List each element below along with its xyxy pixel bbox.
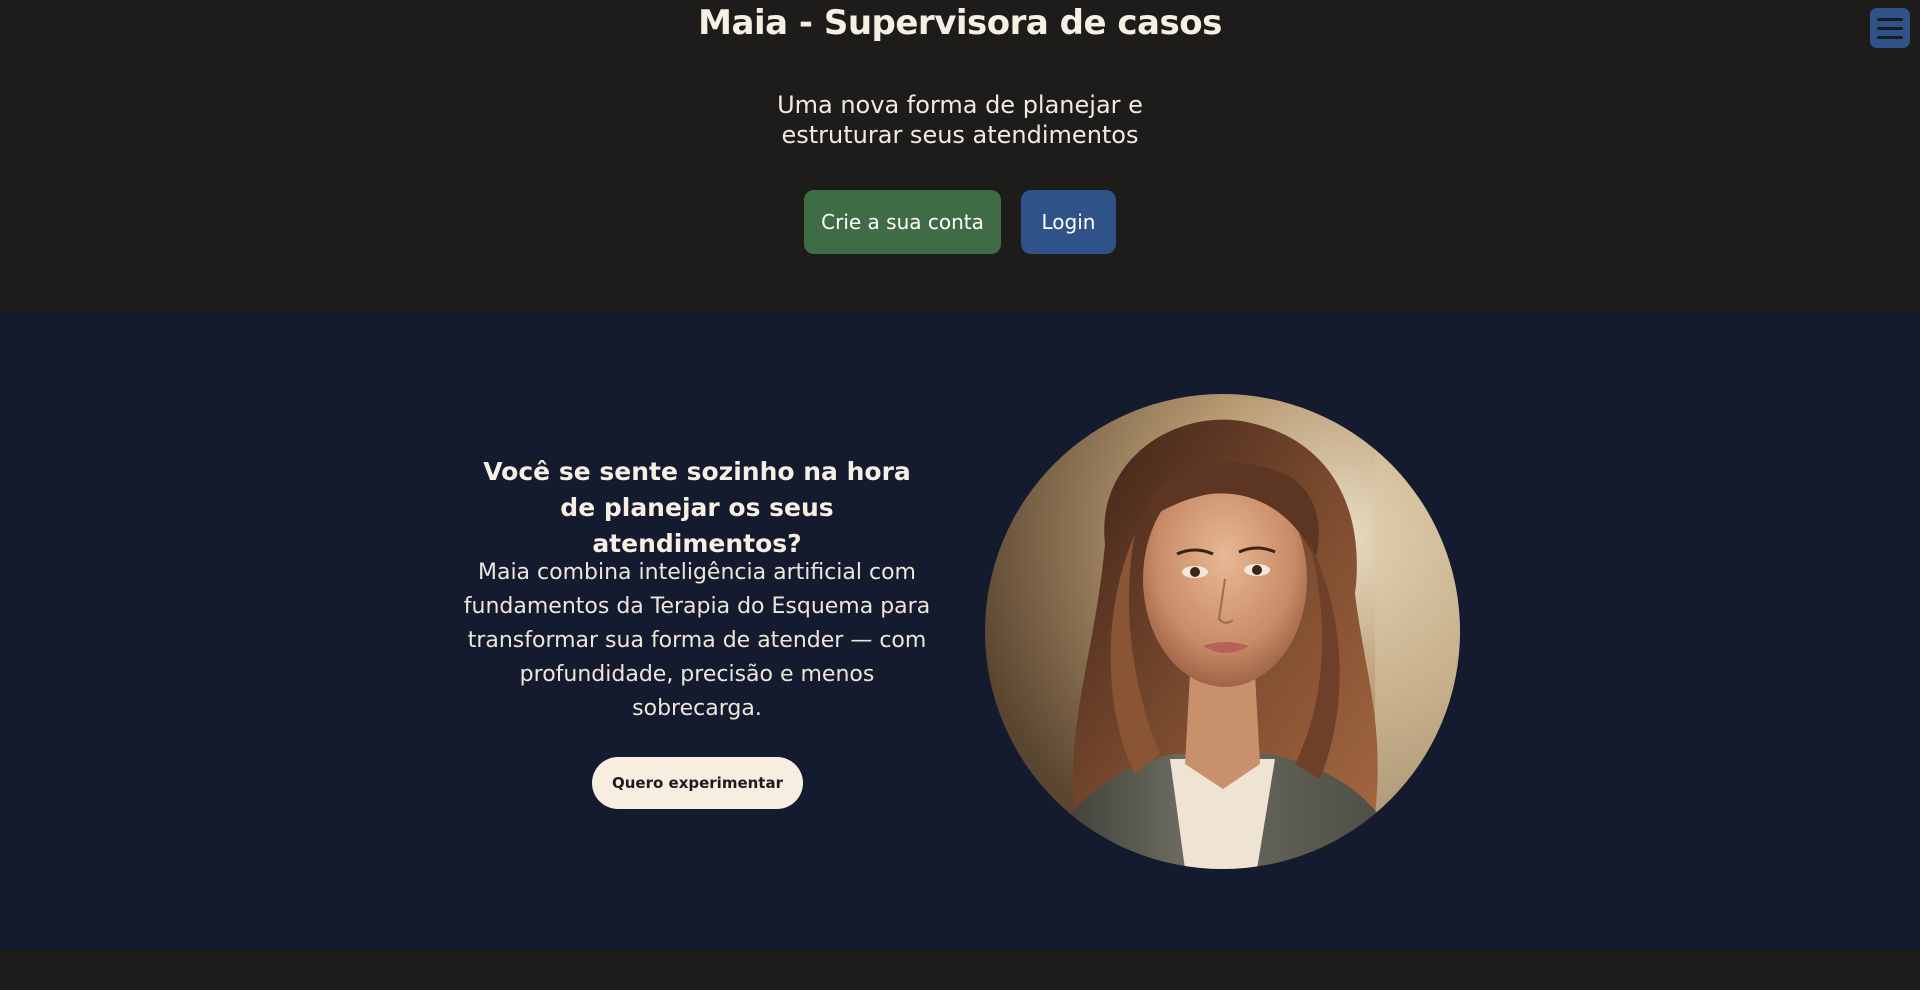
hero-subtitle: Uma nova forma de planejar e estruturar … (777, 91, 1143, 149)
page-title: Maia - Supervisora de casos (698, 3, 1222, 43)
feature-heading: Você se sente sozinho na hora de planeja… (483, 457, 911, 558)
woman-portrait (985, 394, 1460, 869)
login-button[interactable]: Login (1021, 190, 1116, 254)
create-account-button[interactable]: Crie a sua conta (804, 190, 1001, 254)
feature-section: Você se sente sozinho na hora de planeja… (0, 312, 1920, 950)
portrait-illustration (985, 394, 1460, 869)
footer-strip (0, 950, 1920, 990)
menu-bar (1877, 26, 1903, 30)
hamburger-menu-icon[interactable] (1870, 8, 1910, 48)
menu-bar (1877, 17, 1903, 21)
feature-description: Maia combina inteligência artificial com… (463, 560, 931, 721)
try-it-button[interactable]: Quero experimentar (592, 757, 803, 809)
menu-bar (1877, 35, 1903, 39)
hero-section: Maia - Supervisora de casos Uma nova for… (0, 0, 1920, 312)
